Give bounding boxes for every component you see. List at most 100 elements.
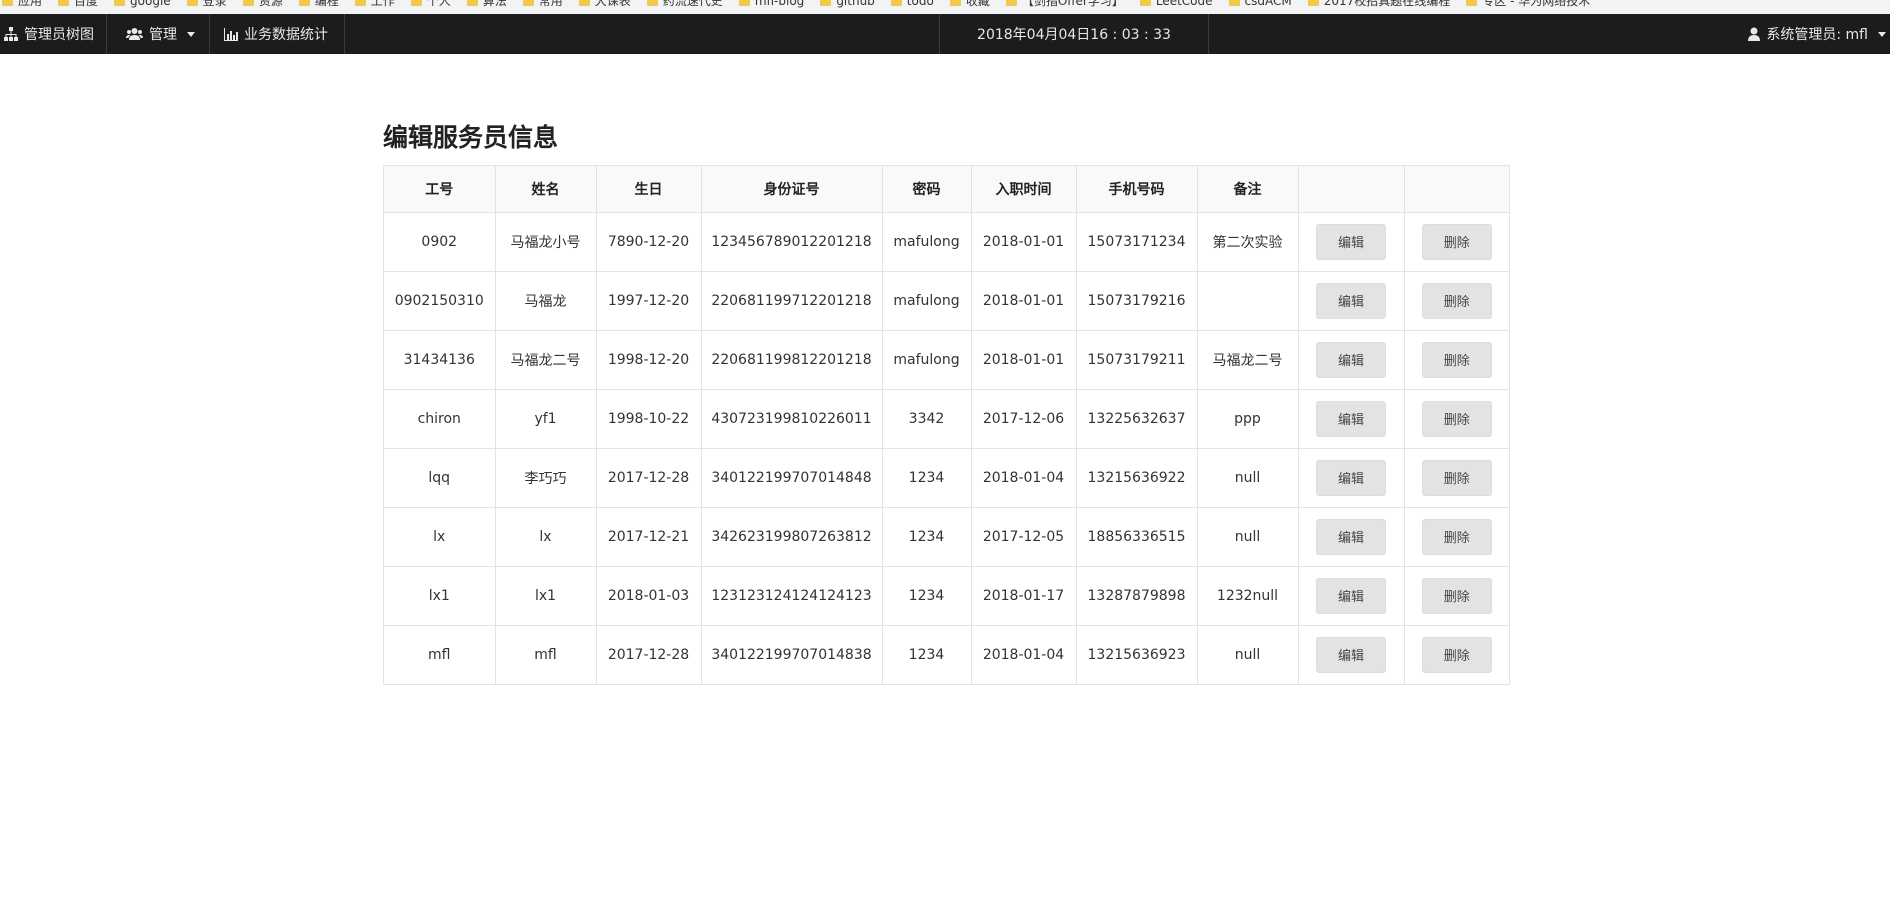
bookmark-item[interactable]: 收藏 xyxy=(948,0,990,7)
bookmark-item[interactable]: google xyxy=(112,0,171,7)
column-header: 身份证号 xyxy=(701,166,883,213)
table-cell: 0902 xyxy=(384,212,496,272)
delete-button[interactable]: 删除 xyxy=(1421,282,1492,319)
table-cell: 18856336515 xyxy=(1076,507,1198,567)
table-cell: 340122199707014848 xyxy=(701,448,883,508)
edit-button[interactable]: 编辑 xyxy=(1316,459,1386,496)
delete-button[interactable]: 删除 xyxy=(1421,223,1492,260)
folder-icon xyxy=(466,0,478,6)
table-cell: 340122199707014838 xyxy=(701,625,883,684)
bookmark-item[interactable]: todo xyxy=(889,0,934,7)
nav-user-dropdown[interactable]: 系统管理员: mfl xyxy=(1732,14,1890,54)
bookmark-item[interactable]: 2017校招真题在线编程 xyxy=(1306,0,1451,8)
table-cell-action: 编辑 xyxy=(1298,271,1405,331)
users-icon xyxy=(126,27,143,41)
edit-button[interactable]: 编辑 xyxy=(1316,282,1386,319)
table-cell: 1234 xyxy=(882,566,972,626)
bookmark-label: 【剑指Offer学习】 xyxy=(1021,0,1124,8)
bookmark-item[interactable]: csdACM xyxy=(1227,0,1292,7)
folder-icon xyxy=(646,0,658,6)
column-header: 入职时间 xyxy=(971,166,1077,213)
table-cell: 2018-01-17 xyxy=(971,566,1077,626)
delete-button[interactable]: 删除 xyxy=(1421,400,1492,437)
delete-button[interactable]: 删除 xyxy=(1421,518,1492,555)
table-cell: 1998-10-22 xyxy=(596,389,702,449)
table-cell-action: 编辑 xyxy=(1298,330,1405,390)
table-cell: 0902150310 xyxy=(384,271,496,331)
edit-button[interactable]: 编辑 xyxy=(1316,577,1386,614)
table-cell: lx xyxy=(495,507,597,567)
column-header: 姓名 xyxy=(495,166,597,213)
edit-button[interactable]: 编辑 xyxy=(1316,636,1386,673)
bookmark-item[interactable]: LeetCode xyxy=(1138,0,1213,7)
edit-button[interactable]: 编辑 xyxy=(1316,223,1386,260)
bookmark-label: 药流速代史 xyxy=(662,0,723,8)
bookmark-item[interactable]: 【剑指Offer学习】 xyxy=(1004,0,1124,7)
edit-button[interactable]: 编辑 xyxy=(1316,518,1386,555)
nav-manage-dropdown[interactable]: 管理 xyxy=(112,14,210,54)
bookmark-item[interactable]: 工作 xyxy=(353,0,395,7)
nav-admin-tree-label: 管理员树图 xyxy=(24,27,94,43)
bookmark-item[interactable]: 应用 xyxy=(0,0,42,7)
table-cell: 第二次实验 xyxy=(1197,212,1299,272)
bookmark-label: 2017校招真题在线编程 xyxy=(1323,0,1451,8)
bookmark-item[interactable]: 资源 xyxy=(241,0,283,7)
column-header: 生日 xyxy=(596,166,702,213)
bookmark-label: github xyxy=(836,0,875,8)
nav-admin-tree[interactable]: 管理员树图 xyxy=(0,14,107,54)
table-cell-action: 编辑 xyxy=(1298,507,1405,567)
table-cell-action: 删除 xyxy=(1404,448,1509,508)
bookmark-label: 常用 xyxy=(538,0,563,8)
bookmark-label: csdACM xyxy=(1244,0,1292,8)
table-cell: 430723199810226011 xyxy=(701,389,883,449)
bookmark-item[interactable]: 个人 xyxy=(409,0,451,7)
delete-button[interactable]: 删除 xyxy=(1421,341,1492,378)
bookmark-item[interactable]: mfl-blog xyxy=(737,0,804,7)
bookmark-label: 应用 xyxy=(18,0,43,8)
table-cell: 1234 xyxy=(882,448,972,508)
page-title: 编辑服务员信息 xyxy=(383,123,559,152)
table-row: chiron yf1 1998-10-22 430723199810226011 334… xyxy=(384,389,1509,449)
table-cell-action: 删除 xyxy=(1404,625,1509,684)
folder-icon xyxy=(58,0,70,6)
bookmark-item[interactable]: 算法 xyxy=(465,0,507,7)
column-header: 备注 xyxy=(1197,166,1299,213)
bookmark-item[interactable]: 药流速代史 xyxy=(645,0,723,7)
bookmark-item[interactable]: 常用 xyxy=(521,0,563,7)
table-cell-action: 删除 xyxy=(1404,389,1509,449)
table-row: lqq 李巧巧 2017-12-28 340122199707014848 1234 20… xyxy=(384,448,1509,508)
bookmark-item[interactable]: 编程 xyxy=(297,0,339,7)
folder-icon xyxy=(1228,0,1240,6)
folder-icon xyxy=(1005,0,1017,6)
edit-button[interactable]: 编辑 xyxy=(1316,341,1386,378)
folder-icon xyxy=(2,0,13,6)
folder-icon xyxy=(354,0,366,6)
bookmark-item[interactable]: 专区 - 华为网络技术 xyxy=(1464,0,1590,7)
bookmark-label: google xyxy=(130,0,171,8)
delete-button[interactable]: 删除 xyxy=(1421,636,1492,673)
waiter-table: 工号 姓名 生日 身份证号 密码 入职时间 手机号码 备注 0902 马福龙小号 7890-12-… xyxy=(384,166,1509,684)
table-cell: 31434136 xyxy=(384,330,496,390)
table-cell: 15073179216 xyxy=(1076,271,1198,331)
table-row: lx lx 2017-12-21 342623199807263812 1234 2017… xyxy=(384,507,1509,567)
delete-button[interactable]: 删除 xyxy=(1421,459,1492,496)
bookmark-item[interactable]: 大课表 xyxy=(577,0,631,7)
bookmark-label: 个人 xyxy=(426,0,451,8)
table-cell: 2017-12-28 xyxy=(596,448,702,508)
table-cell: null xyxy=(1197,448,1299,508)
delete-button[interactable]: 删除 xyxy=(1421,577,1492,614)
folder-icon xyxy=(1139,0,1151,6)
edit-button[interactable]: 编辑 xyxy=(1316,400,1386,437)
table-cell: 15073171234 xyxy=(1076,212,1198,272)
bookmark-item[interactable]: 登录 xyxy=(185,0,227,7)
table-cell: lx xyxy=(384,507,496,567)
table-cell: mfl xyxy=(384,625,496,684)
nav-business-stats[interactable]: 业务数据统计 xyxy=(210,14,345,54)
table-cell: mafulong xyxy=(882,212,972,272)
bookmark-item[interactable]: 百度 xyxy=(56,0,98,7)
current-datetime: 2018年04月04日16 : 03 : 33 xyxy=(939,14,1209,54)
folder-icon xyxy=(410,0,422,6)
table-cell-action: 删除 xyxy=(1404,566,1509,626)
bookmark-item[interactable]: github xyxy=(818,0,875,8)
table-cell: 1234 xyxy=(882,507,972,567)
